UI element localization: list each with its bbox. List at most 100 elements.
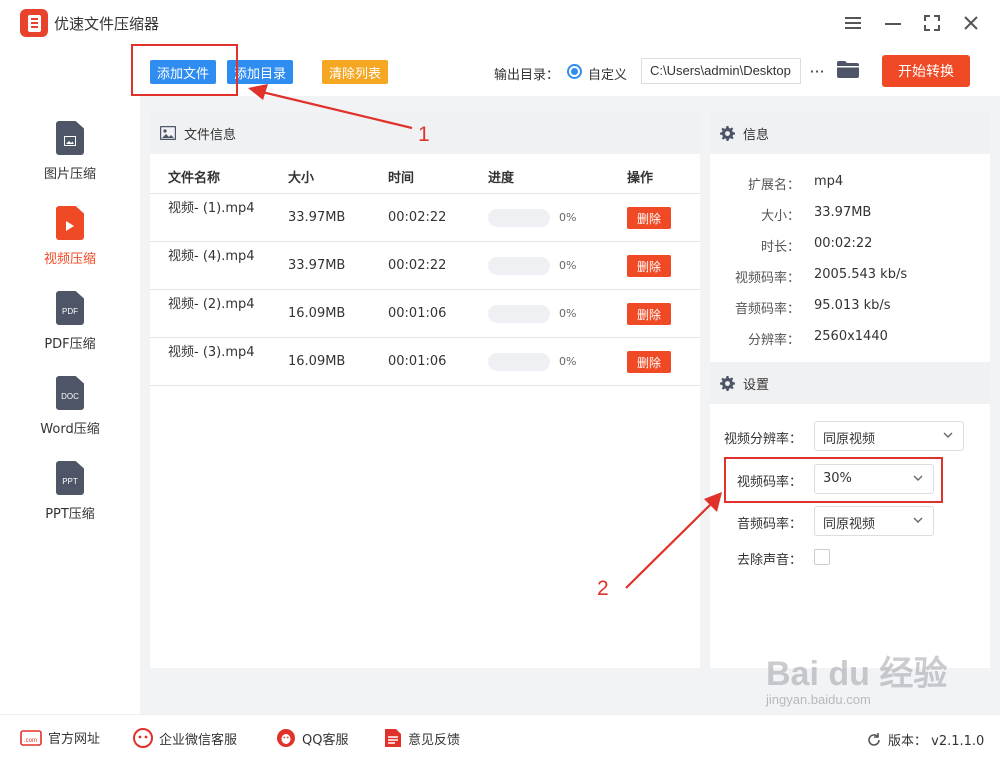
- info-value: 2005.543 kb/s: [814, 267, 908, 282]
- file-panel-title: 文件信息: [184, 127, 237, 143]
- info-panel-header: 信息: [710, 112, 990, 154]
- image-icon: [160, 126, 176, 140]
- sidebar-item-label: PPT压缩: [45, 507, 95, 522]
- sidebar: 图片压缩 视频压缩 PDF PDF压缩 DOC Word压缩 PPT PPT压缩: [0, 46, 140, 714]
- remove-audio-checkbox[interactable]: [814, 549, 830, 565]
- svg-text:.com: .com: [24, 738, 37, 744]
- table-row[interactable]: 视频- (2).mp4 16.09MB 00:01:06 0% 删除: [150, 290, 700, 338]
- annotation-box-1: [131, 44, 238, 96]
- sidebar-item-video[interactable]: 视频压缩: [0, 206, 140, 286]
- gear-icon: [720, 375, 735, 391]
- col-time: 时间: [388, 171, 415, 186]
- sidebar-item-label: PDF压缩: [44, 337, 96, 352]
- pdf-file-icon: PDF: [56, 291, 84, 325]
- audio-bitrate-select[interactable]: 同原视频: [814, 506, 934, 536]
- website-icon: .com: [20, 729, 42, 746]
- delete-button[interactable]: 删除: [627, 207, 671, 229]
- table-row[interactable]: 视频- (3).mp4 16.09MB 00:01:06 0% 删除: [150, 338, 700, 386]
- delete-button[interactable]: 删除: [627, 303, 671, 325]
- table-header: 文件名称 大小 时间 进度 操作: [150, 154, 700, 194]
- feedback-icon: [384, 728, 402, 748]
- info-row: 大小： 33.97MB: [710, 205, 990, 225]
- info-row: 时长： 00:02:22: [710, 236, 990, 256]
- sidebar-item-label: Word压缩: [40, 422, 100, 437]
- custom-radio-label[interactable]: 自定义: [588, 64, 627, 83]
- progress-percent: 0%: [559, 259, 577, 272]
- output-path-input[interactable]: C:\Users\admin\Desktop: [641, 58, 801, 84]
- info-key: 大小：: [760, 209, 800, 224]
- sidebar-item-label: 视频压缩: [43, 252, 96, 267]
- ppt-file-icon: PPT: [56, 461, 84, 495]
- file-size: 33.97MB: [288, 210, 346, 225]
- progress-bar: [488, 257, 550, 275]
- col-size: 大小: [288, 171, 315, 186]
- sidebar-item-word[interactable]: DOC Word压缩: [0, 376, 140, 456]
- wechat-support-link[interactable]: 企业微信客服: [133, 728, 237, 748]
- gear-icon: [720, 125, 735, 141]
- website-label: 官方网址: [48, 732, 101, 747]
- watermark-url: jingyan.baidu.com: [766, 692, 871, 707]
- col-progress: 进度: [488, 171, 515, 186]
- file-size: 33.97MB: [288, 258, 346, 273]
- more-icon[interactable]: ···: [807, 58, 827, 84]
- progress-percent: 0%: [559, 307, 577, 320]
- file-size: 16.09MB: [288, 354, 346, 369]
- chevron-down-icon: [913, 517, 923, 523]
- baidu-watermark: Bai du 经验 jingyan.baidu.com: [766, 646, 996, 736]
- settings-header: 设置: [710, 362, 990, 404]
- clear-list-button[interactable]: 清除列表: [322, 60, 389, 84]
- table-row[interactable]: 视频- (4).mp4 33.97MB 00:02:22 0% 删除: [150, 242, 700, 290]
- minimize-icon[interactable]: [880, 10, 906, 36]
- image-file-icon: [56, 121, 84, 155]
- info-row: 分辨率： 2560x1440: [710, 329, 990, 349]
- feedback-link[interactable]: 意见反馈: [384, 728, 460, 748]
- annotation-number-1: 1: [418, 123, 430, 146]
- progress-bar: [488, 209, 550, 227]
- file-list-panel: 文件信息 文件名称 大小 时间 进度 操作 视频- (1).mp4 33.97M…: [150, 112, 700, 668]
- video-resolution-select[interactable]: 同原视频: [814, 421, 964, 451]
- col-name: 文件名称: [168, 171, 221, 186]
- table-row[interactable]: 视频- (1).mp4 33.97MB 00:02:22 0% 删除: [150, 194, 700, 242]
- sidebar-item-label: 图片压缩: [43, 167, 96, 182]
- close-icon[interactable]: [958, 10, 984, 36]
- website-link[interactable]: .com 官方网址: [20, 728, 100, 747]
- select-value: 同原视频: [823, 432, 876, 447]
- video-file-icon: [56, 206, 84, 240]
- app-logo-icon: [20, 9, 48, 37]
- toolbar: 添加文件 添加目录 清除列表 输出目录： 自定义 C:\Users\admin\…: [140, 46, 1000, 96]
- maximize-icon[interactable]: [919, 10, 945, 36]
- app-title: 优速文件压缩器: [54, 15, 160, 33]
- wechat-support-label: 企业微信客服: [159, 732, 238, 748]
- hamburger-icon[interactable]: [840, 10, 866, 36]
- info-value: 33.97MB: [814, 205, 872, 220]
- qq-support-link[interactable]: QQ客服: [276, 728, 348, 748]
- remove-audio-label: 去除声音：: [736, 553, 802, 568]
- settings-title: 设置: [743, 377, 770, 393]
- start-convert-button[interactable]: 开始转换: [882, 55, 970, 87]
- doc-file-icon: DOC: [56, 376, 84, 410]
- info-value: 95.013 kb/s: [814, 298, 891, 313]
- file-duration: 00:02:22: [388, 258, 447, 273]
- annotation-box-2: [724, 457, 943, 503]
- delete-button[interactable]: 删除: [627, 351, 671, 373]
- feedback-label: 意见反馈: [408, 732, 461, 748]
- info-key: 音频码率：: [734, 302, 800, 317]
- info-value: 2560x1440: [814, 329, 888, 344]
- sidebar-item-ppt[interactable]: PPT PPT压缩: [0, 461, 140, 541]
- sidebar-item-pdf[interactable]: PDF PDF压缩: [0, 291, 140, 371]
- video-resolution-label: 视频分辨率：: [723, 432, 802, 447]
- file-name: 视频- (1).mp4: [168, 201, 255, 216]
- output-dir-label: 输出目录：: [494, 68, 560, 83]
- file-name: 视频- (2).mp4: [168, 297, 255, 312]
- annotation-number-2: 2: [597, 577, 609, 600]
- delete-button[interactable]: 删除: [627, 255, 671, 277]
- custom-radio[interactable]: [567, 64, 582, 79]
- info-row: 视频码率： 2005.543 kb/s: [710, 267, 990, 287]
- info-key: 时长：: [760, 240, 800, 255]
- sidebar-item-image[interactable]: 图片压缩: [0, 121, 140, 201]
- progress-percent: 0%: [559, 211, 577, 224]
- folder-icon[interactable]: [837, 60, 859, 80]
- col-action: 操作: [627, 171, 654, 186]
- info-row: 扩展名： mp4: [710, 174, 990, 194]
- progress-percent: 0%: [559, 355, 577, 368]
